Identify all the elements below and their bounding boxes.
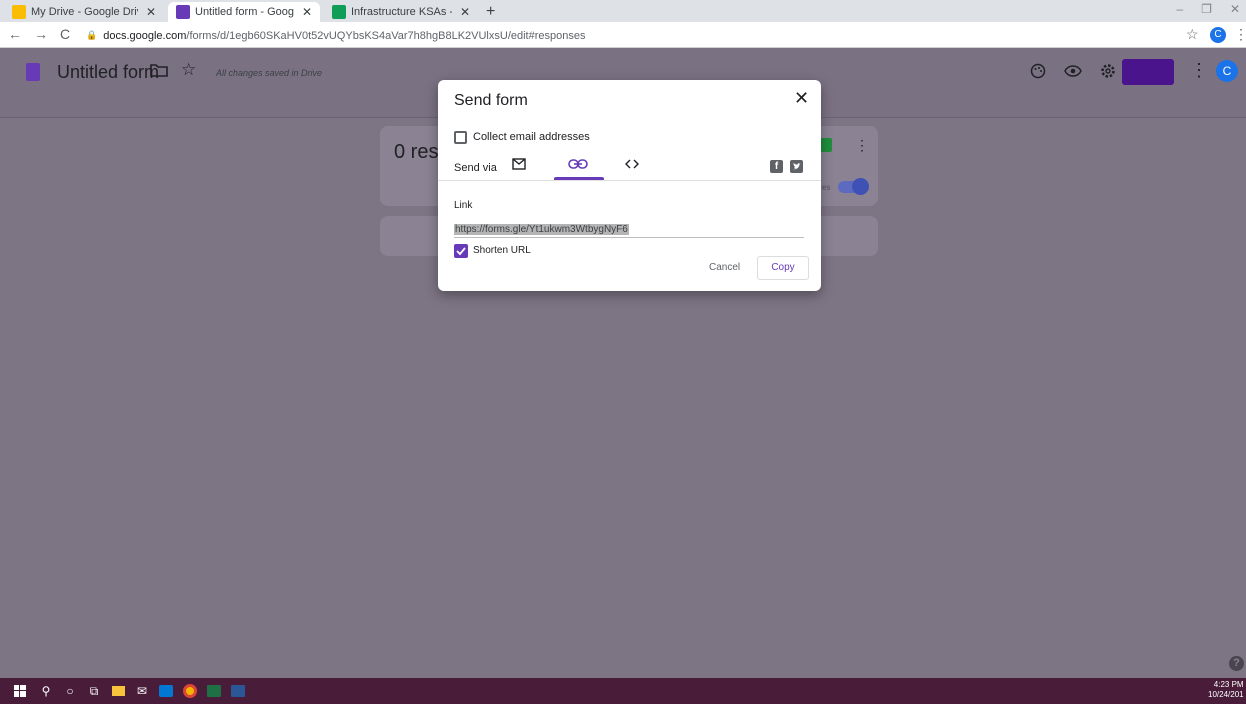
restore-icon[interactable]: ❐ (1201, 2, 1212, 16)
email-icon[interactable] (512, 158, 526, 170)
google-sheets-icon (332, 5, 346, 19)
header-icons (1030, 63, 1116, 79)
preview-eye-icon[interactable] (1064, 63, 1082, 79)
tab-title: Untitled form - Google Forms (195, 6, 294, 18)
tab-title: Infrastructure KSAs - Google She (351, 6, 452, 18)
dialog-divider (438, 180, 821, 181)
mail-icon[interactable]: ✉ (134, 683, 150, 699)
collect-email-label: Collect email addresses (473, 131, 590, 143)
browser-profile-avatar[interactable]: C (1210, 27, 1226, 43)
clock-date: 10/24/201 (1208, 690, 1244, 699)
browser-tab-drive[interactable]: My Drive - Google Drive ✕ (4, 2, 164, 22)
address-bar[interactable]: 🔒 docs.google.com/forms/d/1egb60SKaHV0t5… (86, 26, 585, 45)
reload-icon[interactable]: C (60, 26, 70, 42)
account-avatar[interactable]: C (1216, 60, 1238, 82)
forms-logo-icon[interactable] (26, 63, 40, 81)
outlook-icon[interactable] (158, 683, 174, 699)
collect-email-checkbox[interactable] (454, 131, 467, 144)
link-icon[interactable] (568, 158, 588, 170)
lock-icon: 🔒 (86, 30, 98, 40)
spreadsheet-icon[interactable] (820, 138, 832, 152)
file-explorer-icon[interactable] (110, 683, 126, 699)
search-icon[interactable]: ⚲ (38, 683, 54, 699)
twitter-icon[interactable] (790, 160, 803, 173)
bookmark-star-icon[interactable]: ☆ (1186, 26, 1199, 43)
windows-start-icon[interactable] (12, 683, 28, 699)
send-via-label: Send via (454, 162, 497, 174)
cancel-button[interactable]: Cancel (709, 262, 740, 273)
back-icon[interactable]: ← (8, 26, 22, 42)
google-drive-icon (12, 5, 26, 19)
url-domain: docs.google.com (103, 29, 187, 42)
accepting-responses-label: es (822, 183, 831, 192)
excel-icon[interactable] (206, 683, 222, 699)
responses-more-icon[interactable]: ⋮ (855, 137, 869, 154)
copy-button[interactable]: Copy (757, 256, 809, 280)
settings-gear-icon[interactable] (1100, 63, 1116, 79)
chrome-icon[interactable] (182, 683, 198, 699)
send-button[interactable] (1122, 59, 1174, 85)
url-path: /forms/d/1egb60SKaHV0t52vUQYbsKS4aVar7h8… (186, 29, 586, 42)
close-tab-icon[interactable]: ✕ (460, 5, 470, 19)
toggle-knob (852, 178, 869, 195)
clock-time: 4:23 PM (1213, 680, 1244, 689)
close-tab-icon[interactable]: ✕ (302, 5, 312, 19)
dialog-title: Send form (454, 92, 528, 109)
help-icon[interactable]: ? (1229, 656, 1244, 671)
task-view-icon[interactable]: ⧉ (86, 683, 102, 699)
browser-tab-sheets[interactable]: Infrastructure KSAs - Google She ✕ (324, 2, 478, 22)
facebook-icon[interactable]: f (770, 160, 783, 173)
responses-count-title: 0 res (394, 141, 439, 163)
more-options-icon[interactable]: ⋮ (1190, 60, 1208, 81)
tab-title: My Drive - Google Drive (31, 6, 138, 18)
shorten-url-checkbox[interactable] (454, 244, 468, 258)
browser-tab-forms[interactable]: Untitled form - Google Forms ✕ (168, 2, 320, 22)
forward-icon[interactable]: → (34, 26, 48, 42)
form-title[interactable]: Untitled form (57, 62, 159, 83)
shorten-url-label: Shorten URL (473, 245, 531, 256)
close-tab-icon[interactable]: ✕ (146, 5, 156, 19)
cortana-icon[interactable]: ○ (62, 683, 78, 699)
browser-menu-icon[interactable]: ⋮ (1234, 26, 1246, 43)
close-icon[interactable]: ✕ (794, 88, 809, 109)
palette-icon[interactable] (1030, 63, 1046, 79)
taskbar-clock[interactable]: 4:23 PM 10/24/201 (1208, 680, 1244, 700)
link-label: Link (454, 200, 473, 211)
save-status: All changes saved in Drive (216, 68, 323, 78)
embed-code-icon[interactable] (625, 158, 639, 170)
nav-buttons: ← → C (8, 26, 70, 42)
google-forms-icon (176, 5, 190, 19)
minimize-icon[interactable]: – (1176, 2, 1183, 16)
window-controls: – ❐ ✕ (1176, 2, 1240, 16)
folder-icon[interactable] (150, 62, 168, 78)
star-icon[interactable]: ☆ (181, 60, 196, 80)
word-icon[interactable] (230, 683, 246, 699)
close-window-icon[interactable]: ✕ (1230, 2, 1240, 16)
link-url-text[interactable]: https://forms.gle/Yt1ukwm3WtbygNyF6 (454, 224, 629, 235)
new-tab-icon[interactable]: + (486, 3, 495, 21)
